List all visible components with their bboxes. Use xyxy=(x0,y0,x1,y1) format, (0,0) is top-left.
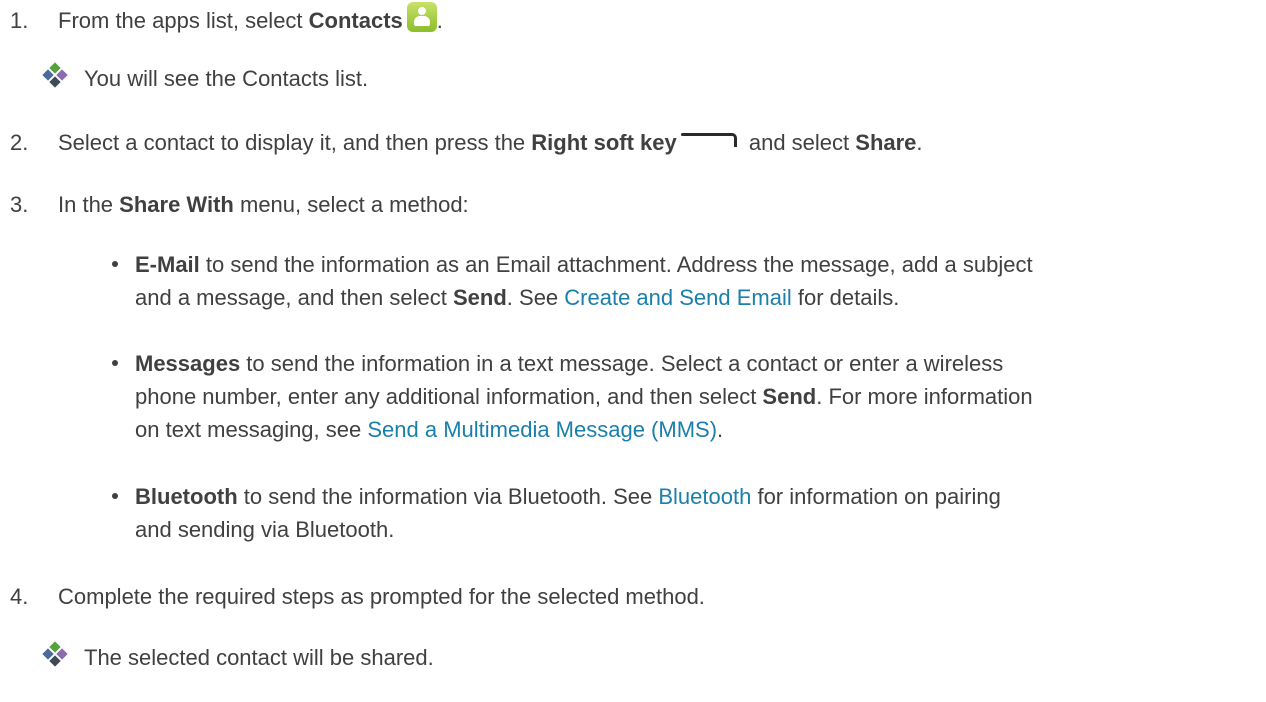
result-text: You will see the Contacts list. xyxy=(84,66,369,91)
bullet-dot-icon xyxy=(112,261,118,267)
option-text: . xyxy=(717,417,724,442)
option-text: . See xyxy=(506,285,565,310)
step-number: 4. xyxy=(10,584,29,609)
step-text: From the apps list, select xyxy=(58,8,309,33)
option-bold-term: Send xyxy=(762,384,817,409)
step-1: 1. From the apps list, select Contacts. xyxy=(0,2,443,37)
step-1-result: You will see the Contacts list. xyxy=(40,62,368,95)
step-text-end: menu, select a method: xyxy=(233,192,469,217)
option-text: to send the information in a text messag… xyxy=(240,351,1004,376)
step-text: Complete the required steps as prompted … xyxy=(58,584,705,609)
option-title: Messages xyxy=(135,351,241,376)
option-bold-term: Send xyxy=(453,285,507,310)
instructions-page: 1. From the apps list, select Contacts. Y… xyxy=(0,0,1266,702)
step-bold-term: Contacts xyxy=(308,8,403,33)
step-number: 1. xyxy=(10,8,29,33)
option-text: and a message, and then select xyxy=(135,285,453,310)
option-title: Bluetooth xyxy=(135,484,238,509)
option-text: . For more information xyxy=(816,384,1033,409)
option-text: and sending via Bluetooth. xyxy=(135,517,395,542)
option-text: to send the information via Bluetooth. S… xyxy=(237,484,659,509)
link-bluetooth[interactable]: Bluetooth xyxy=(658,484,751,509)
step-text-middle: and select xyxy=(742,130,856,155)
option-text: for details. xyxy=(791,285,900,310)
result-text: The selected contact will be shared. xyxy=(84,645,434,670)
bullet-dot-icon xyxy=(112,493,118,499)
step-number: 2. xyxy=(10,130,29,155)
step-3: 3. In the Share With menu, select a metho… xyxy=(0,188,469,221)
option-email: E-Mail to send the information as an Ema… xyxy=(135,248,1245,314)
step-2: 2. Select a contact to display it, and th… xyxy=(0,126,923,159)
option-text: on text messaging, see xyxy=(135,417,368,442)
option-text: phone number, enter any additional infor… xyxy=(135,384,763,409)
link-create-and-send-email[interactable]: Create and Send Email xyxy=(564,285,791,310)
option-messages: Messages to send the information in a te… xyxy=(135,347,1245,446)
option-title: E-Mail xyxy=(135,252,200,277)
diamond-bullet-icon xyxy=(40,641,70,667)
option-text: to send the information as an Email atta… xyxy=(199,252,1033,277)
option-text: for information on pairing xyxy=(751,484,1001,509)
step-number: 3. xyxy=(10,192,29,217)
step-text: Select a contact to display it, and then… xyxy=(58,130,532,155)
step-4: 4. Complete the required steps as prompte… xyxy=(0,580,705,613)
link-send-multimedia-message[interactable]: Send a Multimedia Message (MMS) xyxy=(367,417,717,442)
step-bold-term: Right soft key xyxy=(531,130,677,155)
step-text-end: . xyxy=(916,130,923,155)
step-text-end: . xyxy=(436,8,443,33)
step-4-result: The selected contact will be shared. xyxy=(40,641,434,674)
step-text: In the xyxy=(58,192,120,217)
right-soft-key-icon xyxy=(680,130,739,148)
bullet-dot-icon xyxy=(112,360,118,366)
step-bold-term-2: Share xyxy=(855,130,917,155)
option-bluetooth: Bluetooth to send the information via Bl… xyxy=(135,480,1245,546)
contacts-app-icon xyxy=(406,2,437,32)
diamond-bullet-icon xyxy=(40,62,70,88)
step-bold-term: Share With xyxy=(119,192,234,217)
